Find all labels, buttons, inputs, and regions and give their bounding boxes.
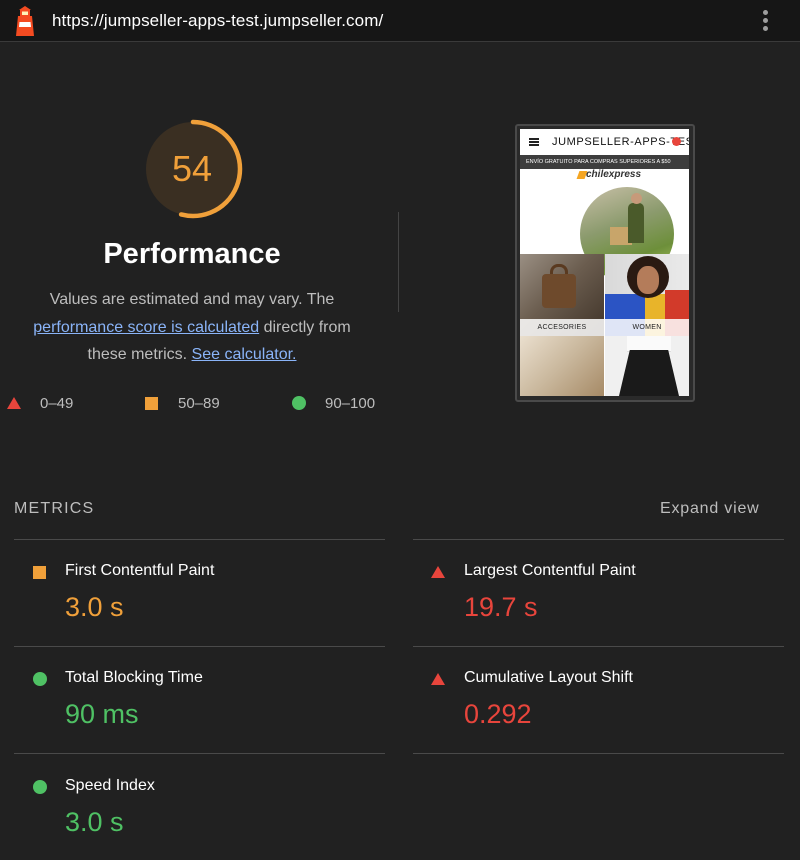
- vertical-divider: [398, 212, 399, 312]
- performance-score: 54: [171, 148, 213, 189]
- triangle-icon: [431, 566, 445, 578]
- kebab-menu-icon[interactable]: [757, 8, 773, 34]
- metric-value: 3.0 s: [65, 592, 124, 622]
- square-icon: [33, 566, 46, 579]
- lighthouse-icon: [16, 6, 34, 36]
- shoes-image: [520, 336, 604, 396]
- legend-pass-label: 90–100: [325, 395, 376, 412]
- legend-fail-label: 0–49: [40, 395, 74, 412]
- site-title: JUMPSELLER-APPS-TEST: [552, 136, 689, 148]
- top-bar: https://jumpseller-apps-test.jumpseller.…: [0, 0, 800, 42]
- see-calculator-link[interactable]: See calculator.: [192, 346, 297, 363]
- divider: [14, 753, 385, 754]
- site-brand: chilexpress: [586, 169, 642, 180]
- hamburger-icon: [529, 138, 539, 146]
- metric-cumulative-layout-shift: Cumulative Layout Shift 0.292: [412, 647, 782, 747]
- square-icon: [145, 397, 158, 410]
- metric-value: 90 ms: [65, 699, 139, 729]
- metric-label: Total Blocking Time: [65, 669, 203, 686]
- expand-view-button[interactable]: Expand view: [660, 500, 760, 518]
- page-screenshot: JUMPSELLER-APPS-TEST ENVÍO GRATUITO PARA…: [520, 129, 689, 396]
- metric-label: Largest Contentful Paint: [464, 562, 636, 579]
- divider: [413, 753, 784, 754]
- metric-first-contentful-paint: First Contentful Paint 3.0 s: [13, 540, 383, 640]
- circle-icon: [292, 396, 306, 410]
- triangle-icon: [431, 673, 445, 685]
- tile-label-accessories: ACCESORIES: [520, 319, 604, 336]
- score-description: Values are estimated and may vary. The p…: [18, 286, 366, 369]
- tile-label-women: WOMEN: [605, 319, 689, 336]
- legend-average-label: 50–89: [178, 395, 220, 412]
- site-banner: ENVÍO GRATUITO PARA COMPRAS SUPERIORES A…: [520, 155, 689, 169]
- metric-largest-contentful-paint: Largest Contentful Paint 19.7 s: [412, 540, 782, 640]
- circle-icon: [33, 672, 47, 686]
- metric-value: 3.0 s: [65, 807, 124, 837]
- metric-speed-index: Speed Index 3.0 s: [13, 755, 383, 855]
- cart-badge-icon: [672, 137, 681, 146]
- gauge-title: Performance: [103, 238, 281, 270]
- metric-label: First Contentful Paint: [65, 562, 215, 579]
- skirt-image: [605, 336, 689, 396]
- metric-value: 19.7 s: [464, 592, 538, 622]
- metric-value: 0.292: [464, 699, 532, 729]
- circle-icon: [33, 780, 47, 794]
- score-calculated-link[interactable]: performance score is calculated: [33, 319, 259, 336]
- metric-label: Cumulative Layout Shift: [464, 669, 633, 686]
- page-url: https://jumpseller-apps-test.jumpseller.…: [52, 11, 384, 30]
- metrics-heading: METRICS: [14, 500, 95, 517]
- triangle-icon: [7, 397, 21, 409]
- metric-total-blocking-time: Total Blocking Time 90 ms: [13, 647, 383, 747]
- metric-label: Speed Index: [65, 777, 155, 794]
- description-text-1: Values are estimated and may vary. The: [49, 291, 335, 308]
- site-header: JUMPSELLER-APPS-TEST: [520, 129, 689, 155]
